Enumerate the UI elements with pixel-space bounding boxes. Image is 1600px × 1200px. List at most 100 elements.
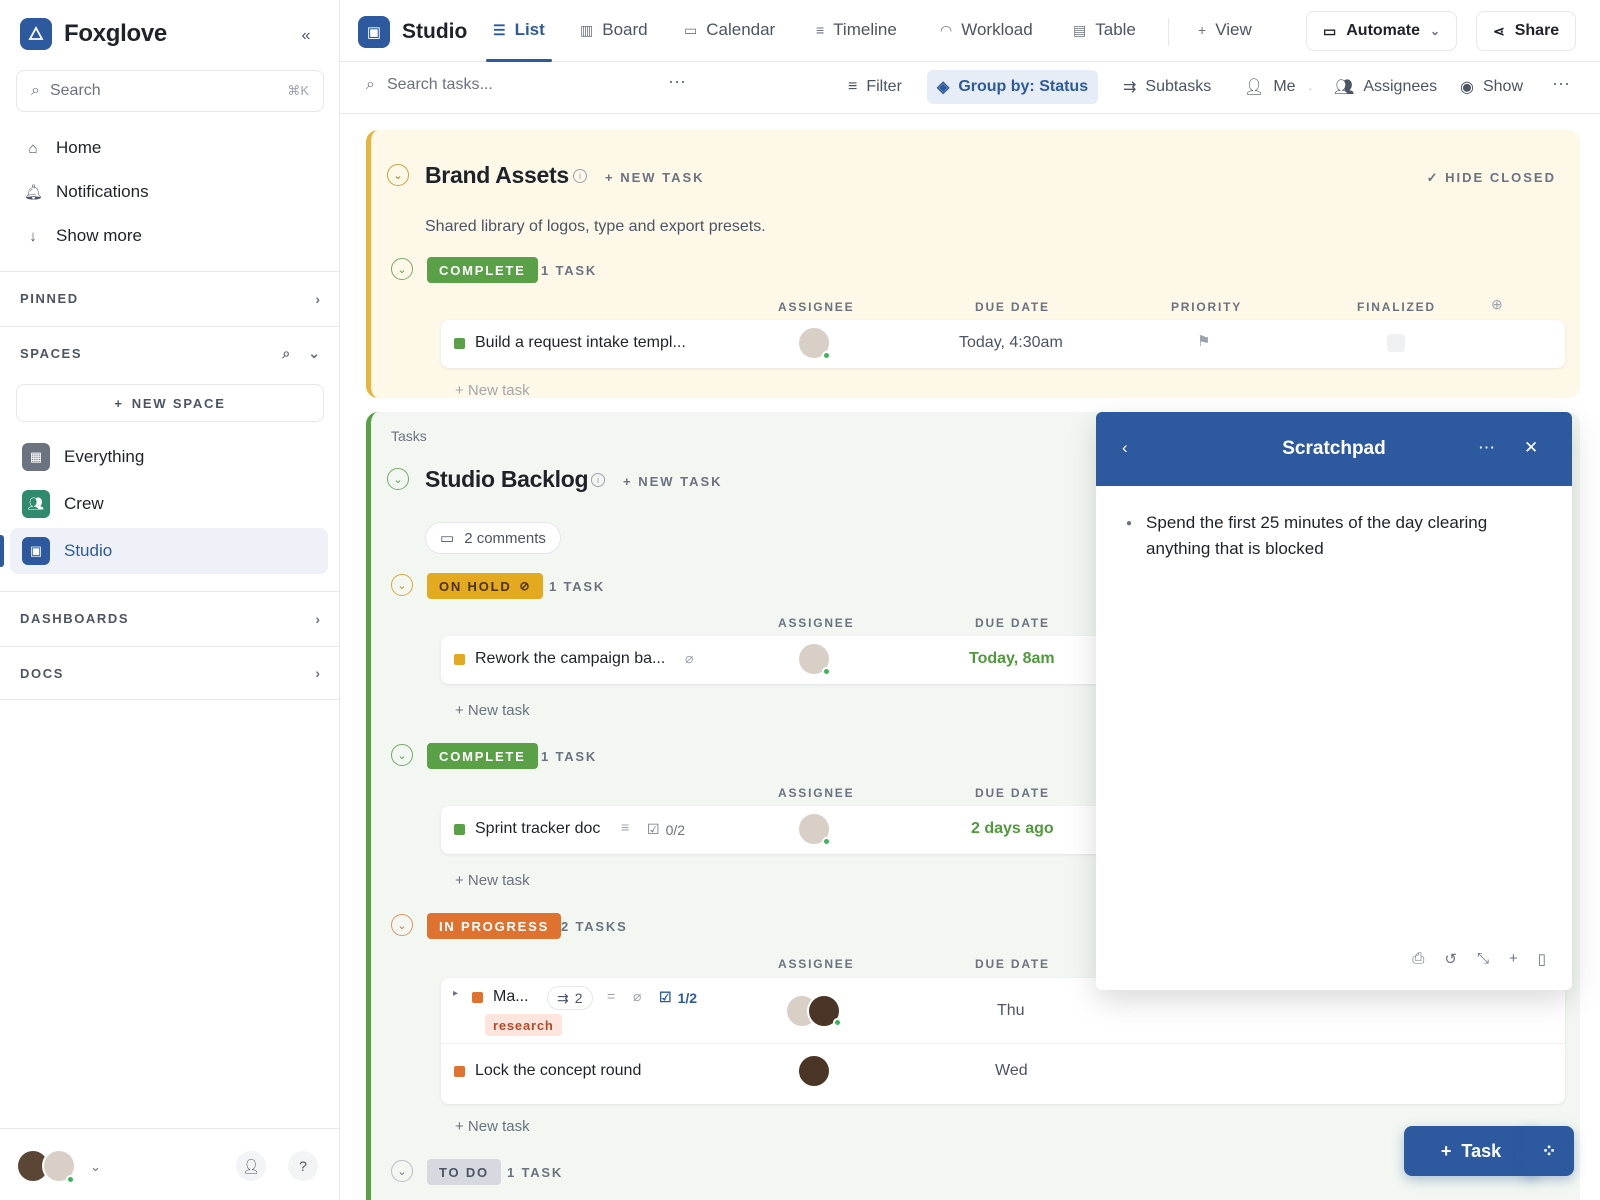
show-button[interactable]: ◉ Show xyxy=(1450,70,1533,104)
status-square[interactable] xyxy=(472,992,483,1003)
column-header-assignee[interactable]: ASSIGNEE xyxy=(778,957,854,971)
add-view-button[interactable]: + View xyxy=(1198,20,1252,40)
task-search-input[interactable]: ⌕ Search tasks... xyxy=(366,76,493,94)
finalized-checkbox[interactable] xyxy=(1387,334,1405,352)
table-row[interactable]: Build a request intake templ... Today, 4… xyxy=(441,320,1565,368)
history-icon[interactable]: ↺ xyxy=(1444,950,1457,968)
flag-icon[interactable]: ⚑ xyxy=(1197,332,1210,350)
new-task-row[interactable]: + New task xyxy=(455,872,530,889)
close-icon[interactable]: ✕ xyxy=(1524,438,1538,458)
new-task-button[interactable]: + NEW TASK xyxy=(623,474,723,489)
chevron-down-icon[interactable]: ⌄ xyxy=(391,1160,413,1182)
document-icon[interactable]: ▯ xyxy=(1538,950,1546,968)
column-header-due-date[interactable]: DUE DATE xyxy=(975,786,1050,800)
new-task-row[interactable]: + New task xyxy=(455,702,530,719)
share-button[interactable]: ⋖ Share xyxy=(1476,11,1577,51)
filter-button[interactable]: ≡ Filter xyxy=(838,70,912,104)
column-header-finalized[interactable]: FINALIZED xyxy=(1357,300,1436,314)
apps-grid-icon[interactable]: ⁘ xyxy=(1524,1126,1574,1176)
help-icon[interactable]: ? xyxy=(288,1151,318,1181)
column-header-due-date[interactable]: DUE DATE xyxy=(975,616,1050,630)
expand-triangle-icon[interactable]: ▸ xyxy=(453,988,458,999)
column-header-assignee[interactable]: ASSIGNEE xyxy=(778,300,854,314)
status-badge[interactable]: IN PROGRESS xyxy=(427,913,562,939)
column-header-assignee[interactable]: ASSIGNEE xyxy=(778,786,854,800)
chevron-down-icon[interactable]: ⌄ xyxy=(387,164,409,186)
workspace-title[interactable]: Studio xyxy=(402,20,467,44)
tab-workload[interactable]: ◠ Workload xyxy=(940,20,1033,40)
status-square[interactable] xyxy=(454,824,465,835)
status-badge[interactable]: ON HOLD ⊘ xyxy=(427,573,544,599)
hide-closed-toggle[interactable]: ✓ HIDE CLOSED xyxy=(1427,170,1556,186)
checklist-indicator[interactable]: ☑ 0/2 xyxy=(647,821,685,838)
breadcrumb[interactable]: Tasks xyxy=(391,428,427,444)
task-name[interactable]: Ma... xyxy=(493,988,529,1006)
space-studio[interactable]: ▣ Studio xyxy=(10,528,328,574)
task-name[interactable]: Sprint tracker doc xyxy=(475,820,600,838)
space-crew[interactable]: 👥︎ Crew xyxy=(10,481,328,527)
add-column-icon[interactable]: ⊕ xyxy=(1491,296,1503,313)
chevron-down-icon[interactable]: ⌄ xyxy=(391,914,413,936)
subtask-count-badge[interactable]: ⇉ 2 xyxy=(547,986,593,1010)
status-badge[interactable]: COMPLETE xyxy=(427,257,538,283)
automate-button[interactable]: ▭ Automate ⌄ xyxy=(1306,11,1458,51)
tab-table[interactable]: ▤ Table xyxy=(1073,20,1136,40)
column-header-due-date[interactable]: DUE DATE xyxy=(975,957,1050,971)
plus-icon[interactable]: + xyxy=(1509,950,1518,968)
new-task-row[interactable]: + New task xyxy=(455,382,530,398)
due-date[interactable]: Today, 8am xyxy=(969,650,1055,668)
more-icon[interactable]: ⋯ xyxy=(668,72,686,93)
sidebar-section-dashboards[interactable]: DASHBOARDS › xyxy=(0,591,340,645)
tab-list[interactable]: ☰ List xyxy=(493,20,545,40)
sidebar-item-notifications[interactable]: 🔔︎ Notifications xyxy=(24,182,149,202)
new-task-button[interactable]: + NEW TASK xyxy=(605,170,705,185)
task-name[interactable]: Rework the campaign ba... xyxy=(475,650,665,668)
status-badge[interactable]: COMPLETE xyxy=(427,743,538,769)
me-button[interactable]: 👤︎ Me xyxy=(1234,70,1306,104)
paperclip-icon[interactable]: ⌀ xyxy=(633,988,641,1005)
expand-icon[interactable]: ⤡ xyxy=(1477,950,1489,968)
scratchpad-note[interactable]: ● Spend the first 25 minutes of the day … xyxy=(1126,510,1536,562)
tab-timeline[interactable]: ≡ Timeline xyxy=(816,20,897,40)
task-name[interactable]: Lock the concept round xyxy=(475,1062,641,1080)
new-space-button[interactable]: + NEW SPACE xyxy=(16,384,324,422)
tag-badge[interactable]: research xyxy=(485,1014,562,1036)
sidebar-section-spaces[interactable]: SPACES ⌕ ⌄ xyxy=(0,326,340,380)
due-date[interactable]: Wed xyxy=(995,1062,1028,1080)
status-square[interactable] xyxy=(454,338,465,349)
task-name[interactable]: Build a request intake templ... xyxy=(475,334,686,352)
info-icon[interactable]: i xyxy=(573,169,587,183)
due-date[interactable]: 2 days ago xyxy=(971,820,1054,838)
table-row[interactable]: Lock the concept round Wed xyxy=(441,1044,1565,1102)
tab-board[interactable]: ▥ Board xyxy=(580,20,648,40)
new-task-fab[interactable]: + Task xyxy=(1404,1126,1538,1176)
print-icon[interactable]: ⎙ xyxy=(1412,950,1424,968)
chevron-down-icon[interactable]: ⌄ xyxy=(391,744,413,766)
sidebar-item-home[interactable]: ⌂ Home xyxy=(24,138,101,158)
chevron-down-icon[interactable]: ⌄ xyxy=(387,468,409,490)
assignees-button[interactable]: 👥︎ Assignees xyxy=(1324,70,1447,104)
more-icon[interactable]: ⋯ xyxy=(1552,74,1570,95)
subtasks-button[interactable]: ⇉ Subtasks xyxy=(1113,70,1221,104)
status-square[interactable] xyxy=(454,654,465,665)
comments-button[interactable]: ▭ 2 comments xyxy=(425,522,561,554)
info-icon[interactable]: i xyxy=(591,473,605,487)
due-date[interactable]: Today, 4:30am xyxy=(959,334,1063,352)
space-everything[interactable]: ▦ Everything xyxy=(10,434,328,480)
status-square[interactable] xyxy=(454,1066,465,1077)
search-icon[interactable]: ⌕ xyxy=(282,345,290,362)
chevron-down-icon[interactable]: ⌄ xyxy=(391,574,413,596)
sidebar-item-show-more[interactable]: ↓ Show more xyxy=(24,226,142,246)
paperclip-icon[interactable]: ⌀ xyxy=(685,650,693,667)
avatar[interactable] xyxy=(797,1054,831,1088)
sidebar-search[interactable]: ⌕ Search ⌘K xyxy=(16,70,324,112)
column-header-assignee[interactable]: ASSIGNEE xyxy=(778,616,854,630)
tab-calendar[interactable]: ▭ Calendar xyxy=(684,20,775,40)
invite-user-icon[interactable]: 👤︎ xyxy=(236,1151,266,1181)
double-chevron-left-icon[interactable]: « xyxy=(296,26,316,46)
column-header-priority[interactable]: PRIORITY xyxy=(1171,300,1242,314)
sidebar-section-docs[interactable]: DOCS › xyxy=(0,646,340,700)
due-date[interactable]: Thu xyxy=(997,1002,1025,1020)
chevron-down-icon[interactable]: ⌄ xyxy=(90,1159,101,1175)
chevron-down-icon[interactable]: ⌄ xyxy=(391,258,413,280)
